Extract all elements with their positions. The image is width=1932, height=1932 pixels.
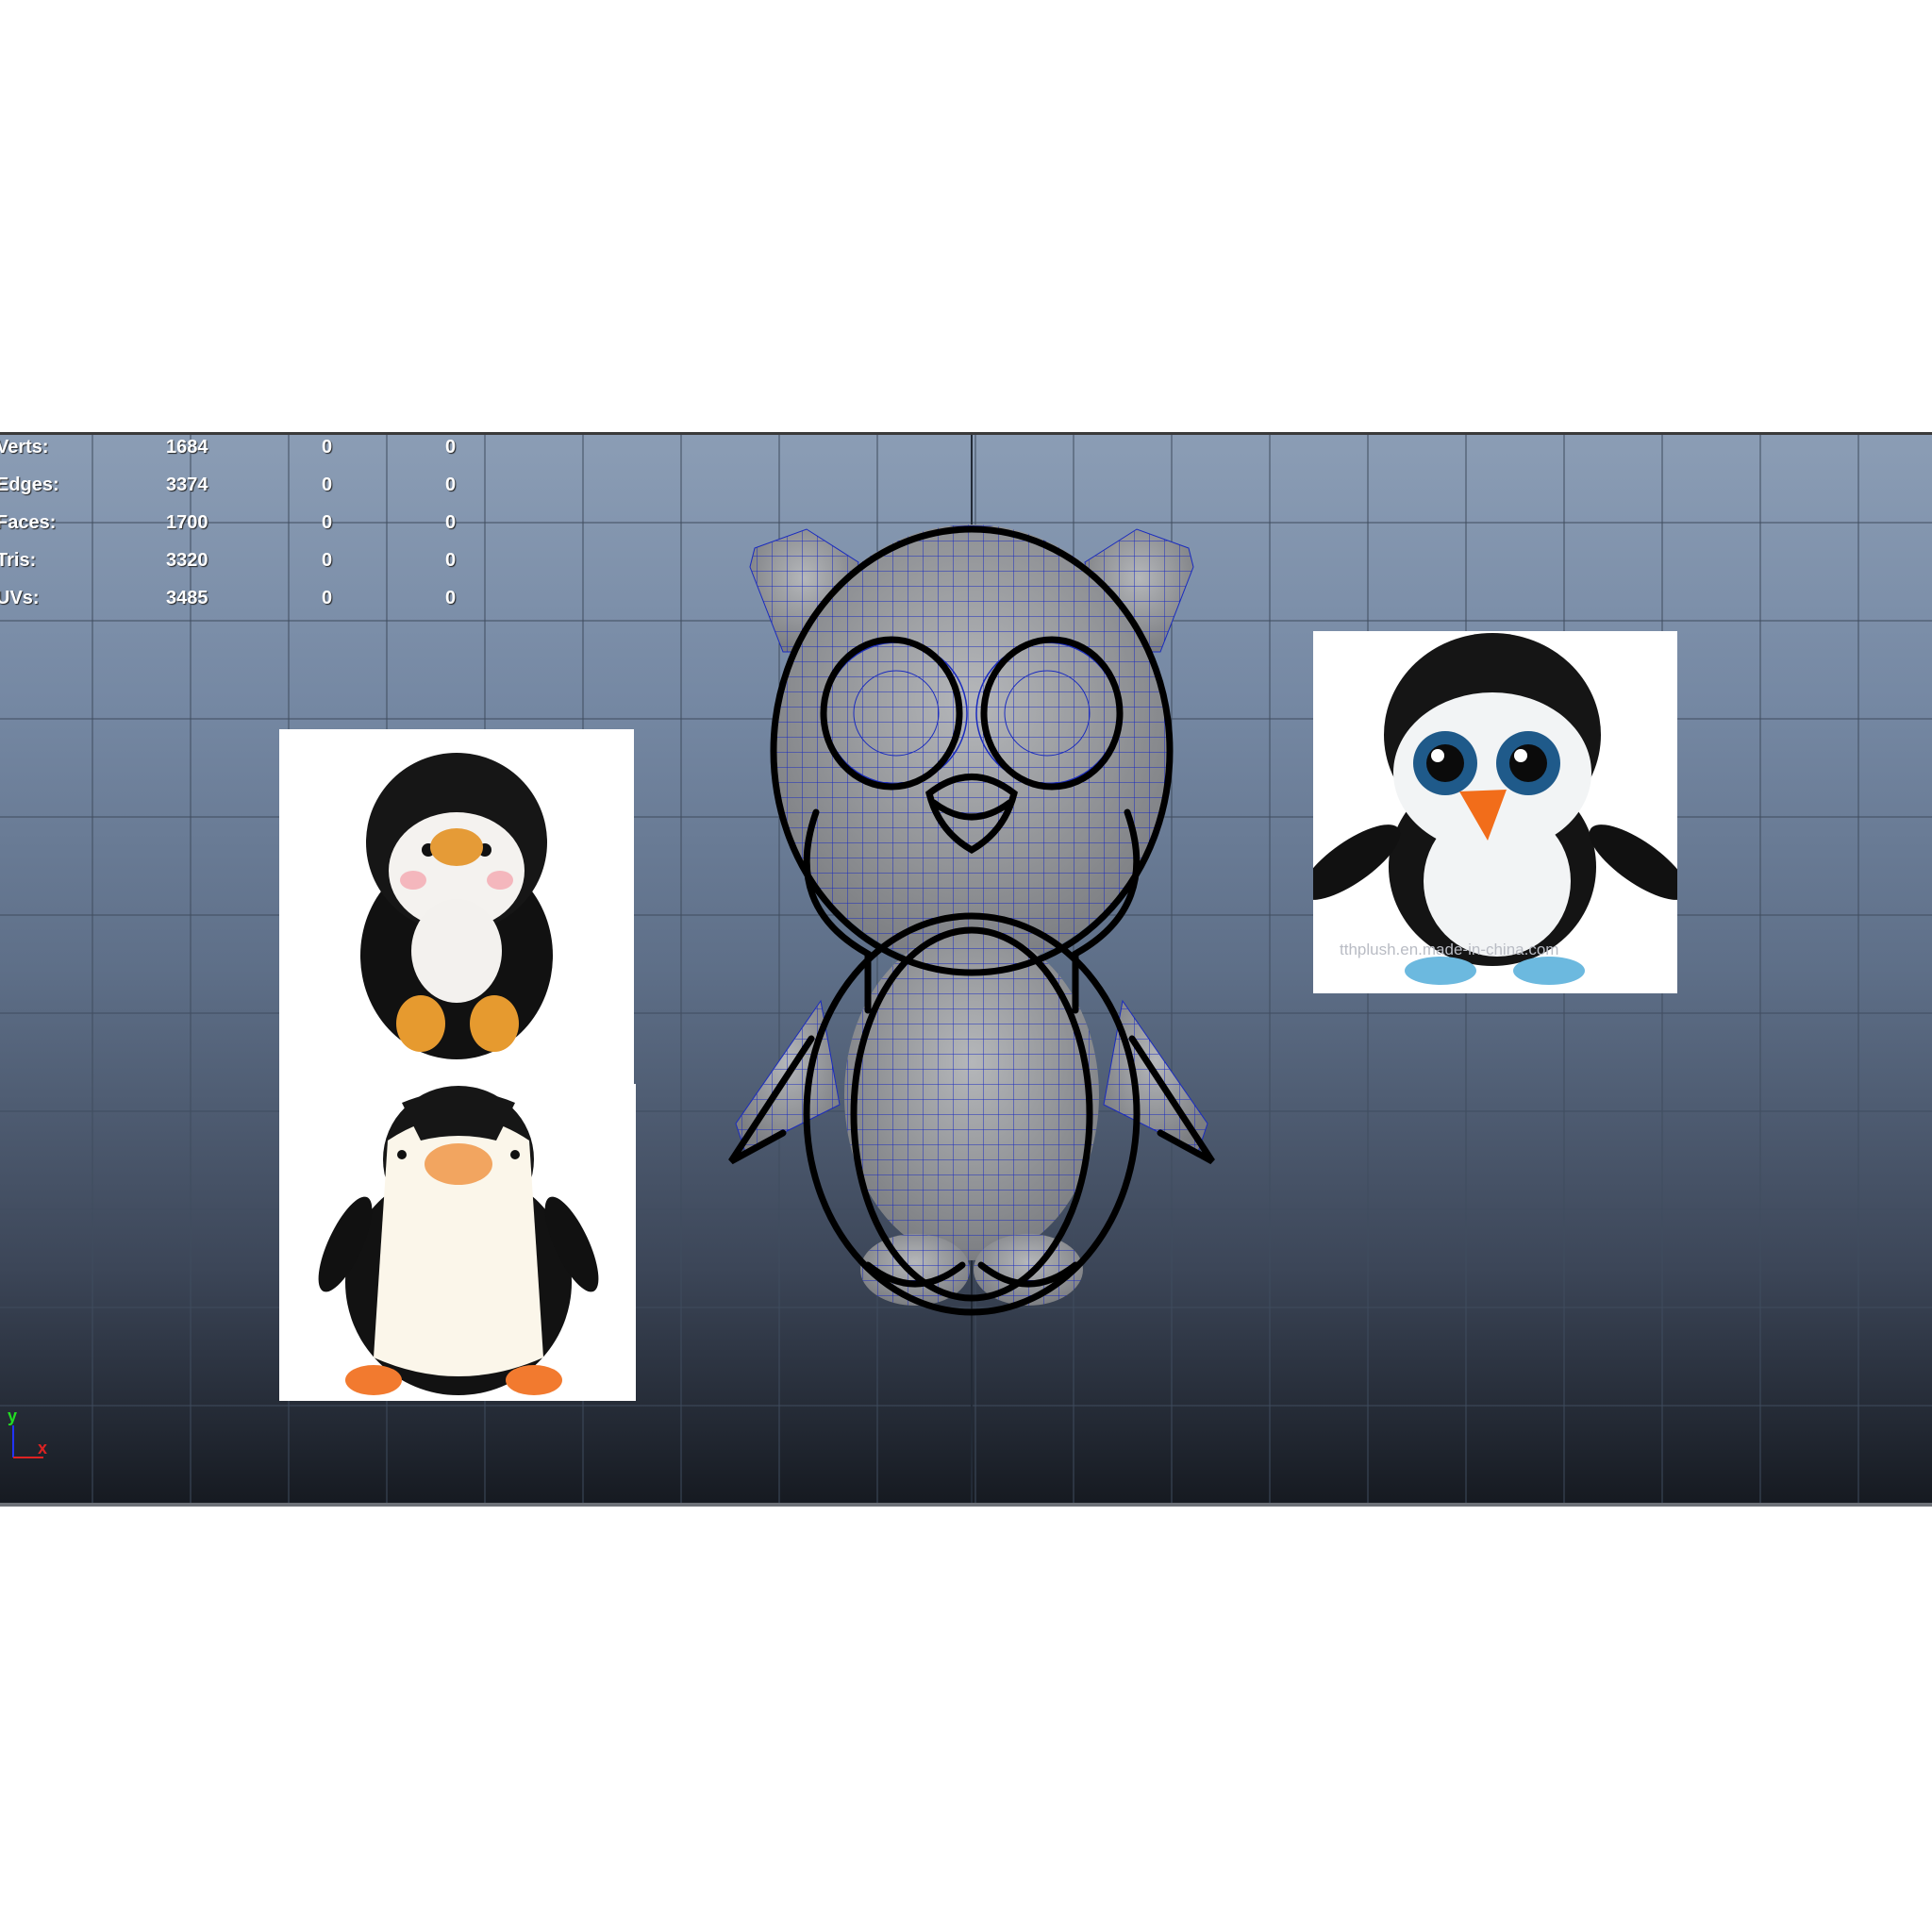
hud-label-edges: Edges: <box>0 475 59 495</box>
reference-image-bigeye-penguin[interactable]: tthplush.en.made-in-china.com <box>1313 631 1677 993</box>
hud-col3-tris: 0 <box>445 550 457 571</box>
hud-label-tris: Tris: <box>0 550 37 571</box>
hud-value-tris: 3320 <box>166 550 208 571</box>
axis-y-label: y <box>8 1407 18 1425</box>
hud-value-verts: 1684 <box>166 437 208 458</box>
hud-col3-verts: 0 <box>445 437 457 458</box>
hud-label-faces: Faces: <box>0 512 57 533</box>
penguin-3d-model[interactable] <box>726 510 1217 1322</box>
hud-value-faces: 1700 <box>166 512 208 533</box>
hud-col2-tris: 0 <box>322 550 333 571</box>
watermark-text: tthplush.en.made-in-china.com <box>1340 941 1559 958</box>
reference-image-tall-penguin[interactable] <box>279 1084 636 1401</box>
hud-col2-edges: 0 <box>322 475 333 495</box>
hud-value-edges: 3374 <box>166 475 208 495</box>
bigeye-penguin-plush-image <box>1313 633 1677 985</box>
hud-value-uvs: 3485 <box>166 588 208 608</box>
3d-viewport[interactable]: Verts: 1684 0 0 Edges: 3374 0 0 Faces: 1… <box>0 432 1932 1507</box>
round-penguin-plush-image <box>360 753 553 1059</box>
hud-col3-uvs: 0 <box>445 588 457 608</box>
hud-label-verts: Verts: <box>0 437 49 458</box>
hud-label-uvs: UVs: <box>0 588 40 608</box>
hud-col3-faces: 0 <box>445 512 457 533</box>
hud-col2-faces: 0 <box>322 512 333 533</box>
hud-col2-uvs: 0 <box>322 588 333 608</box>
reference-image-round-penguin[interactable] <box>279 729 634 1084</box>
hud-col3-edges: 0 <box>445 475 457 495</box>
tall-penguin-plush-image <box>318 1086 599 1395</box>
hud-col2-verts: 0 <box>322 437 333 458</box>
axis-x-label: x <box>38 1439 48 1457</box>
